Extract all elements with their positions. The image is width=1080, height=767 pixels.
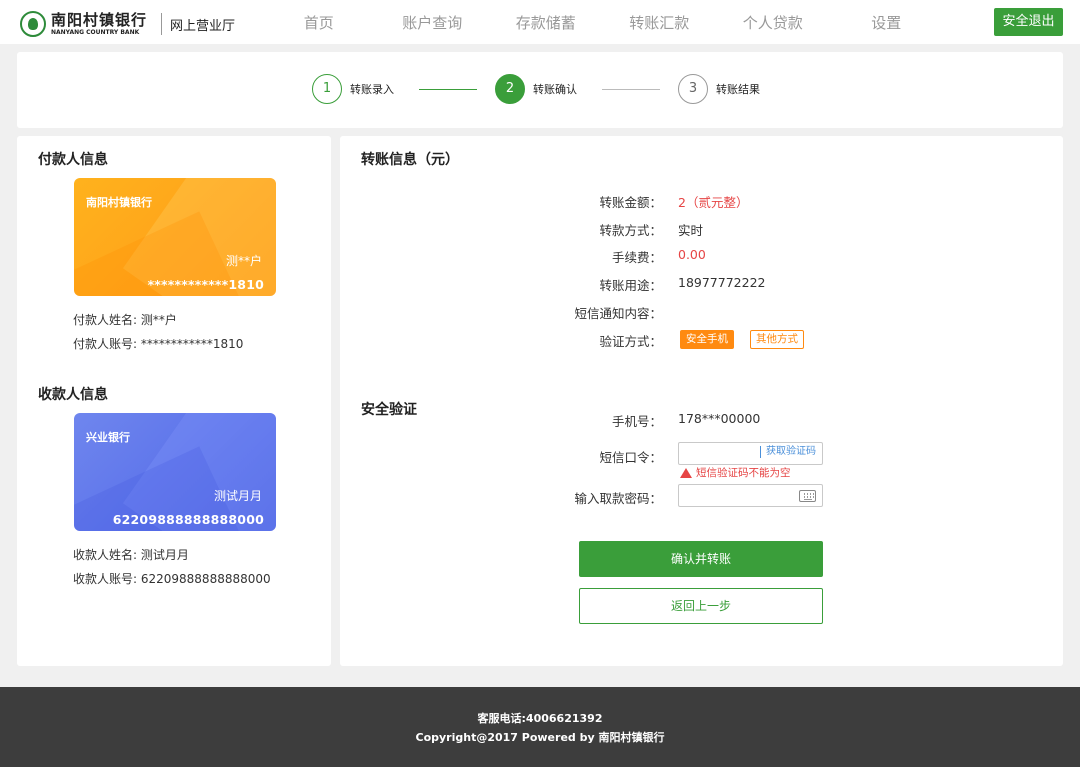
- step-connector-2: [602, 89, 660, 90]
- back-button[interactable]: 返回上一步: [579, 588, 823, 624]
- footer-copyright: Copyright@2017 Powered by 南阳村镇银行: [415, 731, 665, 744]
- warning-icon: [680, 467, 692, 478]
- nav-account-query[interactable]: 账户查询: [376, 0, 490, 44]
- fee-value: 0.00: [678, 247, 706, 262]
- step-3-number: 3: [678, 74, 708, 104]
- bank-logo-icon: [20, 11, 46, 37]
- payee-name: 收款人姓名: 测试月月: [73, 548, 189, 562]
- nav-deposit[interactable]: 存款储蓄: [489, 0, 603, 44]
- sms-content-label: 短信通知内容：: [574, 306, 662, 321]
- step-1-number: 1: [312, 74, 342, 104]
- nav-home[interactable]: 首页: [262, 0, 376, 44]
- payee-card-number: 62209888888888000: [112, 512, 264, 527]
- step-1-label: 转账录入: [350, 83, 394, 96]
- footer: 客服电话:4006621392 Copyright@2017 Powered b…: [0, 687, 1080, 767]
- bank-name-cn: 南阳村镇银行: [51, 10, 148, 29]
- payee-account: 收款人账号: 62209888888888000: [73, 572, 271, 586]
- fee-label: 手续费：: [611, 250, 662, 265]
- party-info-panel: 付款人信息 南阳村镇银行 测**户 ************1810 付款人姓名…: [17, 136, 331, 666]
- portal-subtitle: 网上营业厅: [170, 18, 236, 34]
- phone-value: 178***00000: [678, 411, 761, 426]
- bank-logo[interactable]: 南阳村镇银行 NANYANG COUNTRY BANK 网上营业厅: [20, 11, 235, 37]
- amount-label: 转账金额：: [599, 195, 662, 210]
- payee-card: 兴业银行 测试月月 62209888888888000: [74, 413, 276, 531]
- step-1: 1 转账录入: [312, 74, 394, 104]
- password-input[interactable]: [678, 484, 823, 507]
- nav-settings[interactable]: 设置: [830, 0, 944, 44]
- get-code-button[interactable]: 获取验证码: [760, 446, 816, 458]
- step-3: 3 转账结果: [678, 74, 760, 104]
- mode-value: 实时: [678, 223, 704, 238]
- transfer-confirm-panel: 转账信息（元） 转账金额： 2（贰元整） 转款方式： 实时 手续费： 0.00 …: [340, 136, 1063, 666]
- phone-label: 手机号：: [611, 414, 662, 429]
- nav-loan[interactable]: 个人贷款: [716, 0, 830, 44]
- payer-title: 付款人信息: [38, 152, 108, 168]
- footer-hotline: 客服电话:4006621392: [477, 712, 603, 725]
- verify-other-method-button[interactable]: 其他方式: [750, 330, 804, 349]
- logo-divider: [161, 13, 163, 35]
- step-connector-1: [419, 89, 477, 90]
- transfer-info-title: 转账信息（元）: [361, 152, 459, 168]
- sms-code-error-text: 短信验证码不能为空: [696, 467, 791, 479]
- step-2: 2 转账确认: [495, 74, 577, 104]
- purpose-value: 18977772222: [678, 275, 766, 290]
- top-header: 南阳村镇银行 NANYANG COUNTRY BANK 网上营业厅 首页 账户查…: [0, 0, 1080, 44]
- step-3-label: 转账结果: [716, 83, 760, 96]
- password-label: 输入取款密码：: [574, 491, 662, 506]
- payer-card-name: 测**户: [225, 254, 262, 268]
- amount-value: 2（贰元整）: [678, 195, 749, 210]
- bank-name-en: NANYANG COUNTRY BANK: [51, 28, 140, 36]
- step-2-number: 2: [495, 74, 525, 104]
- main-nav: 首页 账户查询 存款储蓄 转账汇款 个人贷款 设置: [262, 0, 943, 44]
- step-2-label: 转账确认: [533, 83, 577, 96]
- payee-card-name: 测试月月: [213, 489, 262, 503]
- sms-code-label: 短信口令：: [599, 450, 662, 465]
- confirm-transfer-button[interactable]: 确认并转账: [579, 541, 823, 577]
- payer-card-number: ************1810: [147, 277, 264, 292]
- payer-card-bank: 南阳村镇银行: [86, 196, 152, 209]
- logout-button[interactable]: 安全退出: [994, 8, 1063, 36]
- mode-label: 转款方式：: [599, 223, 662, 238]
- keyboard-icon[interactable]: [799, 490, 816, 502]
- payee-card-bank: 兴业银行: [86, 431, 130, 444]
- payer-name: 付款人姓名: 测**户: [73, 313, 177, 327]
- payer-account: 付款人账号: ************1810: [73, 337, 244, 351]
- payee-title: 收款人信息: [38, 387, 108, 403]
- purpose-label: 转账用途：: [599, 278, 662, 293]
- sms-code-error: 短信验证码不能为空: [680, 465, 791, 480]
- verify-secure-phone-button[interactable]: 安全手机: [680, 330, 734, 349]
- nav-transfer[interactable]: 转账汇款: [603, 0, 717, 44]
- progress-steps: 1 转账录入 2 转账确认 3 转账结果: [17, 52, 1063, 128]
- verify-method-label: 验证方式：: [599, 334, 662, 349]
- payer-card: 南阳村镇银行 测**户 ************1810: [74, 178, 276, 296]
